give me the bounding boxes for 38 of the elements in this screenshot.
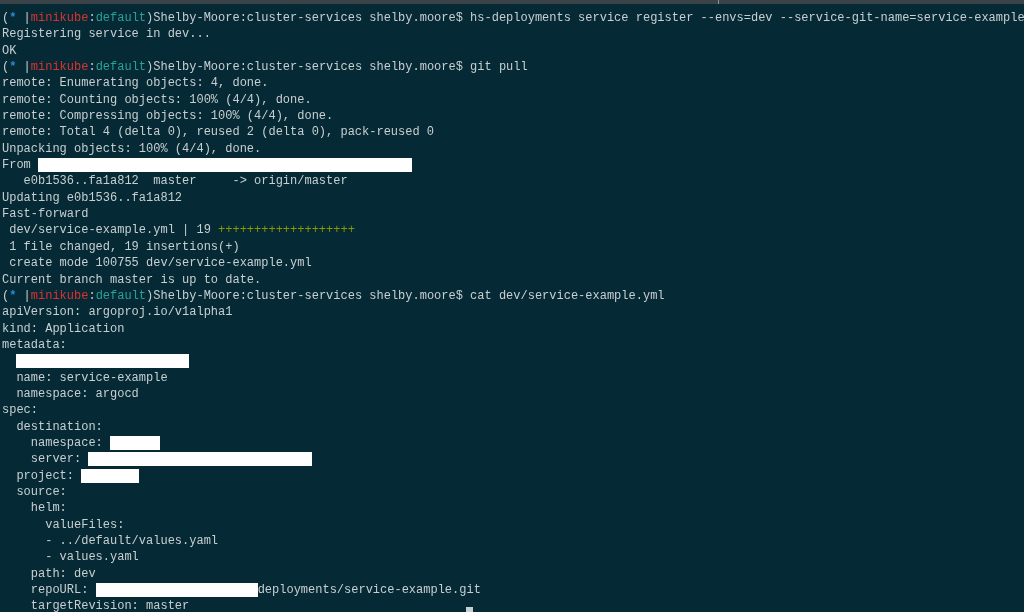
- terminal-line: (* |minikube:default)Shelby-Moore:cluster-services shelby.moore$ hs-deployments service register --envs=dev --service-git-name=service-example: [2, 10, 1024, 27]
- terminal-line: metadata:: [2, 336, 67, 354]
- terminal-line: create mode 100755 dev/service-example.yml: [8, 255, 312, 272]
- terminal-line: - ../default/values.yaml: [44, 533, 219, 550]
- output-text: deployments/service-example.git: [257, 582, 481, 599]
- terminal-line: source:: [15, 483, 67, 501]
- terminal-line: remote: Enumerating objects: 4, done.: [2, 75, 269, 92]
- terminal-line: Current branch master is up to date.: [2, 271, 262, 288]
- terminal-line: (* |minikube:default)Shelby-Moore:cluster-services shelby.moore$ git pull: [2, 59, 528, 76]
- terminal-line: spec:: [2, 402, 38, 419]
- terminal-line: (* |minikube:default)Shelby-Moore:cluster-services shelby.moore$ cat dev/service-example.yml: [2, 287, 665, 305]
- output-text: From: [2, 157, 32, 174]
- output-text: server:: [29, 451, 83, 468]
- text-cursor: [466, 607, 473, 612]
- output-text: namespace:: [29, 434, 104, 452]
- output-text: repoURL:: [29, 582, 90, 599]
- terminal-line: e0b1536..fa1a812 master -> origin/master: [22, 173, 348, 190]
- terminal-line: remote: Compressing objects: 100% (4/4), done.: [2, 108, 334, 125]
- terminal-line: Fast-forward: [2, 206, 89, 223]
- terminal-line: remote: Total 4 (delta 0), reused 2 (delta 0), pack-reused 0: [2, 124, 435, 141]
- terminal-line: path: dev: [29, 565, 96, 583]
- terminal-line: remote: Counting objects: 100% (4/4), done.: [2, 91, 312, 109]
- terminal-line: namespace: argocd: [15, 385, 139, 403]
- terminal-line: - values.yaml: [44, 549, 139, 566]
- terminal-line: dev/service-example.yml | 19 +++++++++++++++++++: [8, 222, 355, 239]
- terminal-line: apiVersion: argoproj.io/v1alpha1: [2, 304, 233, 321]
- terminal-line: valueFiles:: [44, 516, 125, 533]
- terminal-line: Unpacking objects: 100% (4/4), done.: [2, 140, 262, 158]
- terminal-line: name: service-example: [15, 369, 168, 386]
- terminal-line: 1 file changed, 19 insertions(+): [8, 238, 240, 256]
- output-text: project:: [15, 467, 75, 484]
- terminal-line: OK: [2, 42, 17, 60]
- terminal-line: helm:: [29, 500, 67, 517]
- terminal-line: kind: Application: [2, 320, 125, 337]
- terminal-line: Updating e0b1536..fa1a812: [2, 189, 183, 207]
- terminal-line: Registering service in dev...: [2, 26, 211, 43]
- terminal-line: destination:: [15, 418, 103, 435]
- terminal-line: targetRevision: master: [29, 598, 190, 612]
